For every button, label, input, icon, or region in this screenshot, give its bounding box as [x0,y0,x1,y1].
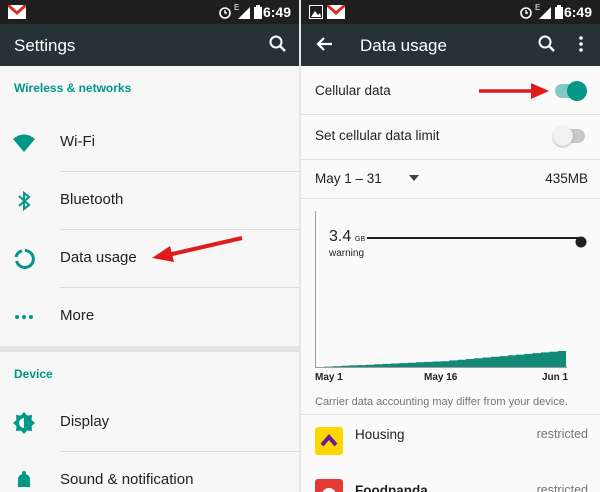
back-arrow-icon[interactable] [315,34,335,54]
app-row-housing[interactable]: Housing restricted [301,415,600,467]
panda-icon [322,488,336,492]
carrier-note: Carrier data accounting may differ from … [315,396,568,408]
status-bar: E 6:49 [0,0,299,24]
cellular-limit-label: Set cellular data limit [315,128,440,143]
cycle-total: 435MB [545,171,588,186]
search-icon[interactable] [537,34,557,54]
settings-item-wifi[interactable]: Wi-Fi [0,114,299,172]
signal-icon [238,7,250,19]
settings-item-bluetooth[interactable]: Bluetooth [0,172,299,230]
app-row-foodpanda[interactable]: Foodpanda restricted [301,467,600,492]
red-arrow-annotation [479,83,549,99]
dropdown-arrow-icon[interactable] [409,175,419,181]
settings-item-label: More [60,307,95,324]
cellular-data-label: Cellular data [315,83,391,98]
housing-app-icon [315,427,343,455]
settings-screen: E 6:49 Settings Wireless & networks Wi-F… [0,0,299,492]
cycle-selector[interactable]: May 1 – 31 435MB [301,160,600,198]
chevron-up-icon [320,433,338,447]
settings-item-label: Sound & notification [60,471,194,488]
usage-area [316,350,566,367]
warning-label: warning [329,248,365,259]
settings-item-more[interactable]: More [0,288,299,346]
section-header-device: Device [14,367,53,381]
overflow-menu-icon[interactable] [577,34,585,54]
bell-icon [18,471,30,487]
warning-line-handle[interactable] [575,236,587,248]
wireless-section: Wireless & networks Wi-Fi Bluetooth Data… [0,66,299,346]
battery-icon [254,5,262,19]
settings-item-label: Data usage [60,249,137,266]
warning-value: 3.4 [329,228,352,245]
section-header-wireless: Wireless & networks [14,81,132,95]
cellular-limit-row[interactable]: Set cellular data limit [301,115,600,159]
foodpanda-app-icon [315,479,343,492]
app-status: restricted [536,483,588,492]
search-icon[interactable] [268,34,288,54]
image-icon [309,5,323,19]
status-time: 6:49 [262,4,291,20]
signal-icon [539,7,551,19]
more-dots-icon [15,315,33,319]
status-bar: E 6:49 [301,0,600,24]
settings-item-label: Display [60,413,110,430]
brightness-icon [13,412,35,434]
settings-item-display[interactable]: Display [0,394,299,452]
gmail-icon [327,5,345,19]
cellular-limit-toggle[interactable] [553,126,585,146]
x-tick-label: Jun 1 [542,372,569,383]
x-tick-label: May 1 [315,372,343,383]
app-status: restricted [536,427,588,441]
cycle-range: May 1 – 31 [315,171,382,186]
app-name: Housing [355,427,405,442]
settings-item-sound-notification[interactable]: Sound & notification [0,452,299,492]
usage-chart: 3.4 GB warning May 1 May 16 Jun 1 [301,199,600,389]
page-title: Settings [14,36,76,55]
status-time: 6:49 [563,4,592,20]
x-tick-label: May 16 [424,372,458,383]
cellular-data-row[interactable]: Cellular data [301,66,600,114]
data-usage-toolbar: Data usage [301,24,600,66]
alarm-icon [520,7,532,19]
page-title: Data usage [360,36,447,55]
toggle-knob [553,126,573,146]
settings-item-label: Bluetooth [60,191,124,208]
warning-unit: GB [355,236,366,243]
app-name: Foodpanda [355,483,428,492]
wifi-icon [13,134,35,152]
toggle-knob [567,81,587,101]
cellular-data-toggle[interactable] [555,81,587,101]
gmail-icon [8,5,26,19]
data-usage-screen: E 6:49 Data usage Cellular data Set cell… [301,0,600,492]
red-arrow-annotation [152,236,243,262]
settings-toolbar: Settings [0,24,299,66]
settings-item-label: Wi-Fi [60,133,95,150]
alarm-icon [219,7,231,19]
device-section: Device Display Sound & notification [0,352,299,492]
battery-icon [555,5,563,19]
bluetooth-icon [18,190,31,212]
data-usage-icon [14,249,35,269]
